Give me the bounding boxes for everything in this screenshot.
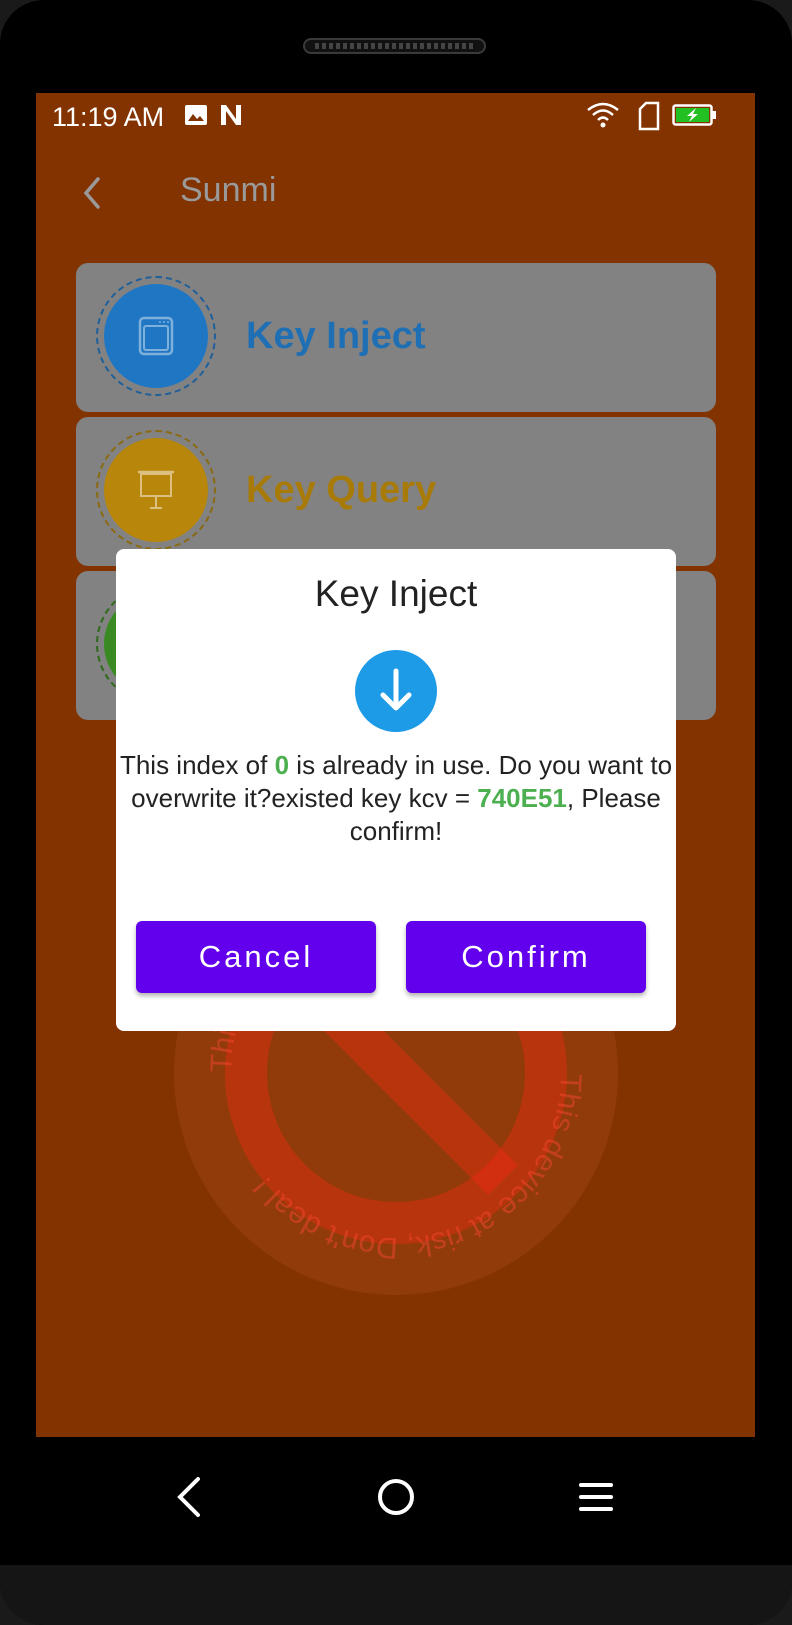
window-icon bbox=[138, 316, 174, 356]
n-notification-icon bbox=[221, 105, 241, 125]
dialog-title: Key Inject bbox=[314, 573, 478, 614]
presentation-board-icon bbox=[138, 470, 174, 509]
wifi-icon bbox=[587, 102, 619, 128]
card-icon-circle bbox=[104, 284, 208, 388]
bottom-bezel bbox=[0, 1565, 792, 1625]
status-time: 11:19 AM bbox=[52, 102, 165, 132]
card-icon-circle bbox=[104, 438, 208, 542]
card-icon-ring bbox=[96, 276, 216, 396]
battery-charging-icon bbox=[672, 104, 716, 126]
card-label: Key Inject bbox=[246, 315, 426, 357]
app-title: Sunmi bbox=[180, 171, 277, 209]
app-bar: Sunmi bbox=[36, 153, 755, 233]
screen: 11:19 AM Sunmi Key Inject Key Query Thi … bbox=[36, 93, 755, 1437]
image-icon bbox=[185, 105, 207, 125]
download-arrow-icon bbox=[355, 650, 437, 732]
back-chevron-icon[interactable] bbox=[76, 173, 106, 213]
phone-frame: 11:19 AM Sunmi Key Inject Key Query Thi … bbox=[0, 0, 792, 1625]
back-triangle-icon[interactable] bbox=[160, 1467, 220, 1527]
confirm-dialog: Key Inject This index of 0 is already in… bbox=[116, 549, 676, 1031]
cancel-button[interactable]: Cancel bbox=[136, 921, 376, 993]
card-label: Key Query bbox=[246, 469, 437, 511]
confirm-button[interactable]: Confirm bbox=[406, 921, 646, 993]
home-circle-icon[interactable] bbox=[366, 1467, 426, 1527]
navigation-bar bbox=[0, 1437, 792, 1557]
message-part: This index of bbox=[119, 750, 275, 780]
dialog-message: This index of 0 is already in use. Do yo… bbox=[116, 749, 676, 848]
status-bar: 11:19 AM bbox=[36, 93, 755, 143]
card-icon-ring bbox=[96, 430, 216, 550]
earpiece-speaker bbox=[303, 38, 486, 54]
kcv-value: 740E51 bbox=[477, 783, 567, 813]
menu-card-key-query[interactable]: Key Query bbox=[76, 417, 716, 566]
menu-card-key-inject[interactable]: Key Inject bbox=[76, 263, 716, 412]
menu-lines-icon[interactable] bbox=[566, 1467, 626, 1527]
sim-card-icon bbox=[638, 101, 660, 131]
index-value: 0 bbox=[274, 750, 290, 780]
